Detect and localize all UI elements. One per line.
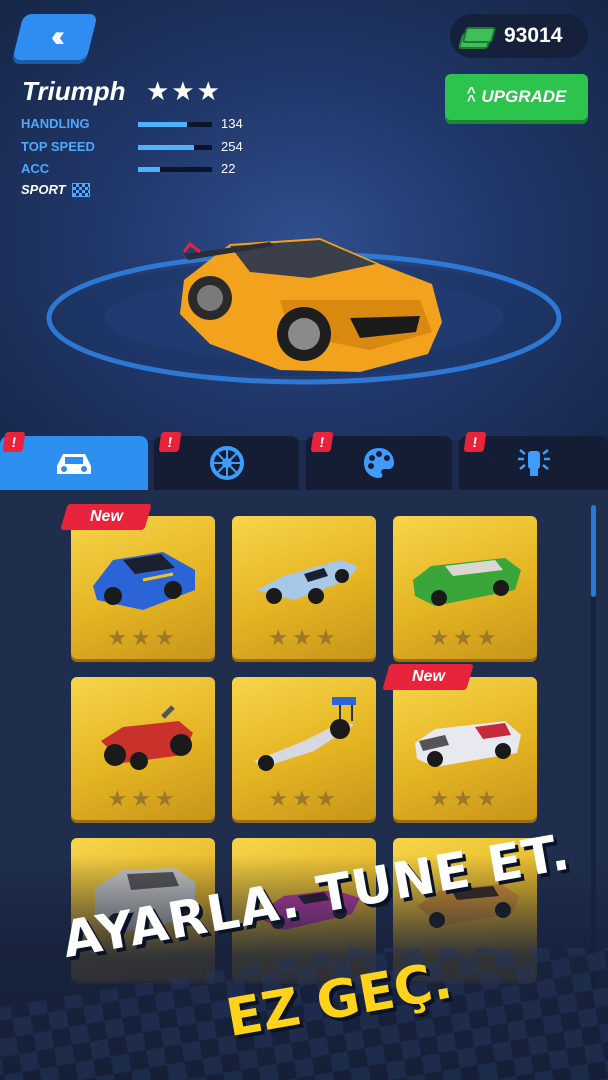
- stat-label: HANDLING: [21, 116, 90, 131]
- car-rating-stars: ★★★: [107, 786, 179, 811]
- car-rating-stars: ★★★: [429, 625, 501, 650]
- car-rating-stars: ★★★: [146, 76, 222, 106]
- stat-bar: [138, 122, 212, 127]
- stat-label: ACC: [21, 161, 50, 176]
- customization-tabs: ! ! ! !: [0, 432, 608, 490]
- upgrade-label: UPGRADE: [481, 87, 567, 106]
- stat-bar: [138, 145, 212, 150]
- stat-value: 22: [221, 161, 236, 176]
- car-rating-stars: ★★★: [268, 786, 340, 811]
- new-badge-label: New: [411, 668, 445, 685]
- stat-value: 134: [221, 116, 243, 131]
- tab-paint[interactable]: !: [306, 432, 452, 490]
- stat-top-speed: TOP SPEED 254: [21, 139, 261, 159]
- car-card[interactable]: ★★★: [393, 677, 537, 820]
- car-thumbnail: [413, 558, 521, 606]
- stat-acc: ACC 22: [21, 161, 261, 181]
- currency-display: 93014: [450, 14, 588, 58]
- wheel-icon: [209, 446, 244, 480]
- currency-amount: 93014: [504, 24, 563, 47]
- stat-bar: [138, 167, 212, 172]
- tab-badge: !: [463, 432, 487, 452]
- stat-bar-fill: [138, 167, 161, 172]
- car-rating-stars: ★★★: [429, 786, 501, 811]
- car-class: SPORT: [21, 182, 90, 197]
- tab-underglow[interactable]: !: [459, 432, 608, 490]
- new-badge: New: [60, 504, 152, 530]
- underglow-icon: [517, 449, 550, 476]
- car-rating-stars: ★★★: [107, 625, 179, 650]
- checkered-flag-icon: [71, 182, 90, 197]
- stat-value: 254: [221, 139, 243, 154]
- tab-cars[interactable]: !: [0, 432, 148, 490]
- car-card[interactable]: ★★★: [232, 516, 376, 659]
- car-name: Triumph: [22, 76, 126, 106]
- car-thumbnail: [93, 552, 195, 610]
- car-card[interactable]: ★★★: [71, 516, 215, 659]
- double-chevron-up-icon: ^ ^: [466, 84, 476, 109]
- back-button[interactable]: ‹‹: [12, 14, 98, 60]
- palette-icon: [364, 448, 394, 478]
- car-class-label: SPORT: [21, 182, 66, 197]
- upgrade-button[interactable]: ^ ^ UPGRADE: [445, 74, 588, 120]
- tab-badge: !: [2, 432, 26, 452]
- cash-stack-icon: [457, 23, 497, 49]
- selected-car-model[interactable]: [170, 222, 450, 382]
- stat-bar-fill: [138, 122, 187, 127]
- car-thumbnail: [415, 721, 521, 767]
- car-card[interactable]: ★★★: [71, 677, 215, 820]
- stat-handling: HANDLING 134: [21, 116, 261, 136]
- new-badge: New: [382, 664, 474, 690]
- car-icon: [57, 454, 91, 474]
- car-thumbnail: [101, 705, 193, 770]
- scrollbar-thumb[interactable]: [591, 505, 596, 597]
- garage-showcase: ‹‹ 93014 ^ ^ UPGRADE Triumph ★★★ HANDLING…: [0, 0, 608, 440]
- tab-badge: !: [310, 432, 334, 452]
- car-thumbnail: [256, 560, 358, 604]
- new-badge-label: New: [89, 508, 123, 525]
- stat-bar-fill: [138, 145, 194, 150]
- stat-label: TOP SPEED: [21, 139, 95, 154]
- car-thumbnail: [254, 697, 356, 771]
- tab-badge: !: [158, 432, 182, 452]
- double-chevron-left-icon: ‹‹: [51, 20, 59, 53]
- tab-wheels[interactable]: !: [154, 432, 299, 490]
- car-rating-stars: ★★★: [268, 625, 340, 650]
- car-card[interactable]: ★★★: [393, 516, 537, 659]
- car-card[interactable]: ★★★: [232, 677, 376, 820]
